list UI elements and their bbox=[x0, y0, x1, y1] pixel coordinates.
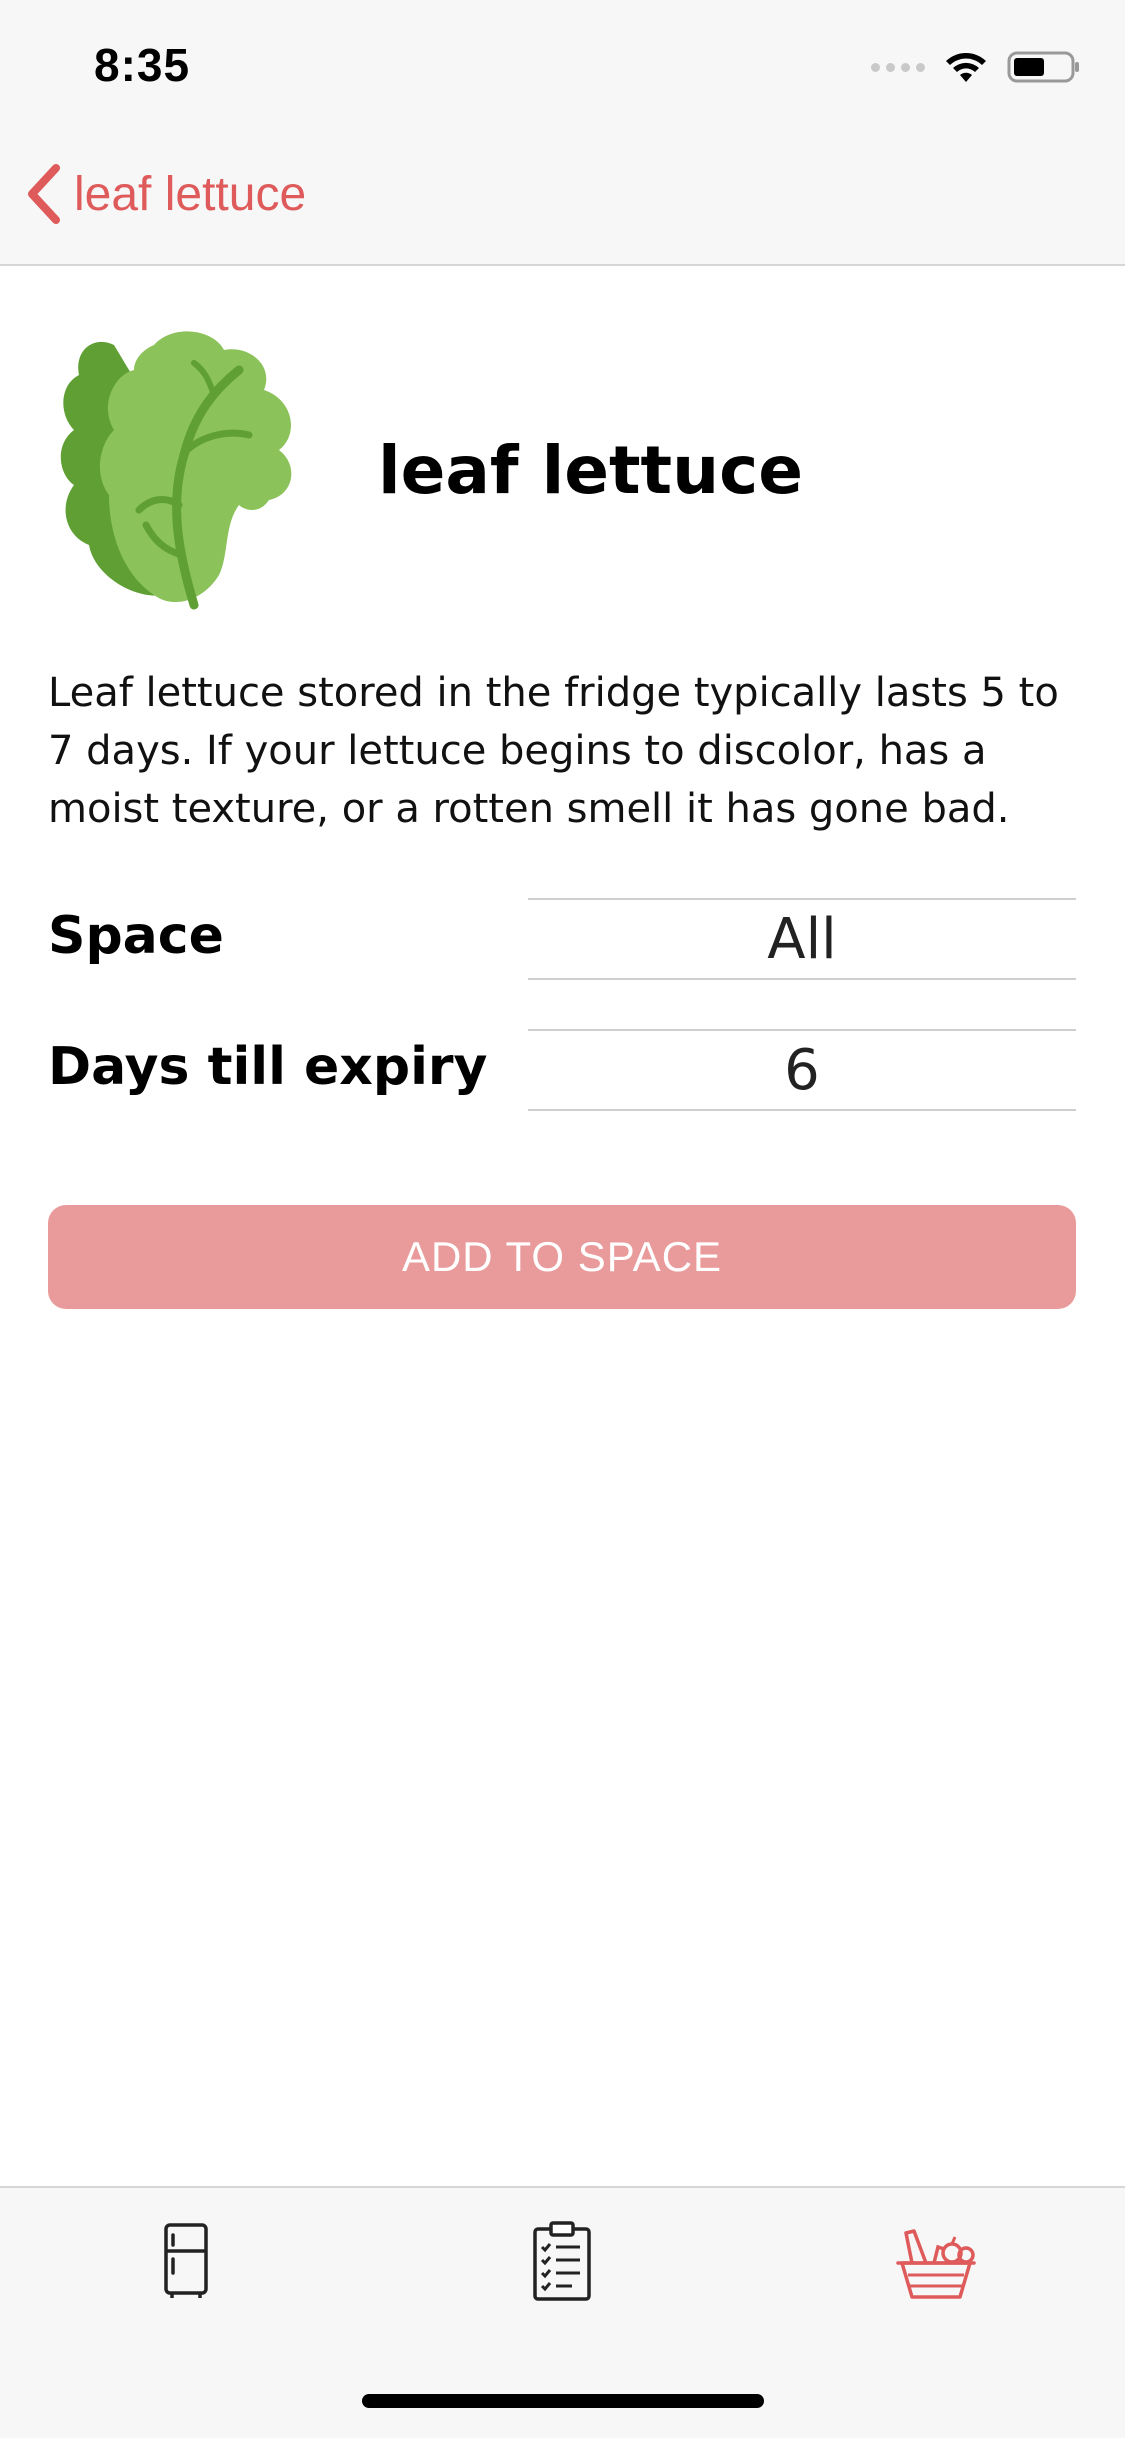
home-indicator[interactable] bbox=[362, 2394, 764, 2408]
status-time: 8:35 bbox=[94, 39, 191, 91]
expiry-label: Days till expiry bbox=[48, 1037, 488, 1097]
basket-icon bbox=[896, 2229, 976, 2299]
wifi-icon bbox=[946, 53, 986, 82]
clipboard-checklist-icon bbox=[533, 2221, 591, 2301]
back-label: leaf lettuce bbox=[74, 167, 307, 221]
tab-fridge[interactable] bbox=[126, 2206, 246, 2316]
status-bar: 8:35 bbox=[0, 0, 1125, 132]
add-to-space-button[interactable]: ADD TO SPACE bbox=[48, 1205, 1076, 1309]
chevron-left-icon bbox=[28, 164, 60, 224]
space-picker[interactable]: All bbox=[528, 898, 1076, 980]
tab-basket[interactable] bbox=[876, 2206, 996, 2316]
item-description: Leaf lettuce stored in the fridge typica… bbox=[48, 670, 1059, 832]
expiry-days-field[interactable]: 6 bbox=[528, 1029, 1076, 1111]
battery-icon bbox=[1007, 51, 1079, 83]
navigation-bar: leaf lettuce bbox=[0, 132, 1125, 266]
back-button[interactable]: leaf lettuce bbox=[24, 162, 306, 226]
lettuce-icon bbox=[60, 331, 292, 610]
item-title: leaf lettuce bbox=[378, 432, 803, 509]
status-icons bbox=[871, 50, 1081, 84]
signal-dots-icon bbox=[871, 62, 925, 72]
space-label: Space bbox=[48, 906, 224, 966]
fridge-icon bbox=[164, 2223, 208, 2298]
tab-checklist[interactable] bbox=[502, 2206, 622, 2316]
